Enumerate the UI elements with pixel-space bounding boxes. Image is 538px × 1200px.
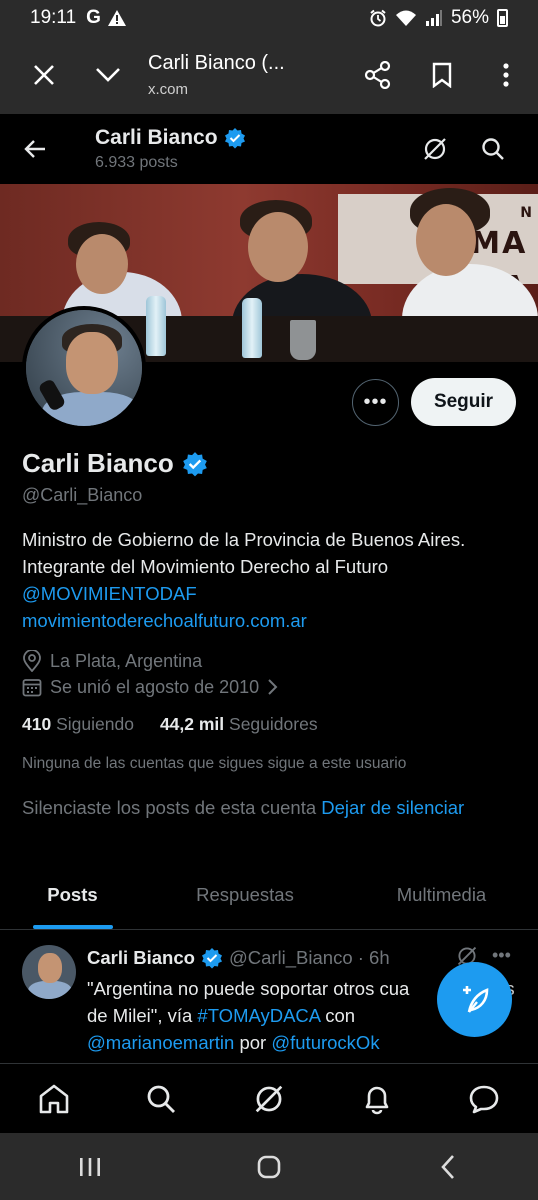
header-name-row: Carli Bianco — [95, 126, 406, 150]
signal-icon — [425, 10, 442, 26]
post-more-button[interactable]: ••• — [492, 945, 511, 966]
profile-name-row: Carli Bianco — [22, 448, 208, 479]
location-row: La Plata, Argentina — [22, 648, 279, 674]
post-author-name[interactable]: Carli Bianco — [87, 947, 195, 969]
post-handle-time: @Carli_Bianco · 6h — [228, 947, 390, 968]
bottom-navigation — [0, 1063, 538, 1133]
profile-more-button[interactable]: ••• — [352, 379, 399, 426]
calendar-icon — [22, 679, 42, 697]
post-mention-link[interactable]: @marianoemartin — [87, 1032, 234, 1053]
profile-name: Carli Bianco — [22, 448, 174, 478]
bookmark-button[interactable] — [410, 43, 474, 107]
post-header: Carli Bianco @Carli_Bianco · 6h — [87, 947, 390, 969]
browser-page-title: Carli Bianco (... — [148, 52, 285, 74]
more-vert-icon — [503, 63, 509, 87]
verified-badge-icon — [224, 128, 245, 149]
profile-avatar[interactable] — [22, 306, 146, 430]
back-button[interactable] — [0, 139, 70, 159]
bio-mention-link[interactable]: @MOVIMIENTODAF — [22, 580, 522, 607]
follow-button[interactable]: Seguir — [411, 378, 516, 426]
home-circle-icon — [257, 1155, 281, 1178]
nav-notifications[interactable] — [347, 1069, 407, 1129]
tab-media[interactable]: Multimedia — [345, 860, 538, 929]
muted-notice: Silenciaste los posts de esta cuenta Dej… — [22, 797, 464, 819]
search-icon — [147, 1085, 176, 1113]
google-icon: G — [86, 7, 101, 28]
grok-button[interactable] — [406, 136, 464, 162]
muted-text: Silenciaste los posts de esta cuenta — [22, 797, 317, 818]
location-text: La Plata, Argentina — [50, 650, 203, 671]
minimize-button[interactable] — [76, 43, 140, 107]
status-right: 56% — [369, 7, 508, 29]
warning-icon — [107, 10, 126, 26]
alarm-icon — [370, 9, 386, 27]
close-icon — [34, 65, 54, 85]
header-name: Carli Bianco — [95, 126, 218, 149]
bio-website-link[interactable]: movimientoderechoalfuturo.com.ar — [22, 607, 522, 634]
compose-feather-icon — [462, 985, 488, 1013]
messages-icon — [469, 1085, 499, 1113]
overflow-menu-button[interactable] — [474, 43, 538, 107]
recent-apps-button[interactable] — [50, 1137, 130, 1197]
banner-bottle — [146, 296, 166, 356]
search-icon — [482, 138, 504, 160]
home-icon — [39, 1084, 69, 1113]
nav-search[interactable] — [131, 1069, 191, 1129]
share-button[interactable] — [346, 43, 410, 107]
browser-title-block[interactable]: Carli Bianco (... x.com — [140, 52, 346, 98]
grok-icon — [424, 138, 446, 160]
profile-tabs: Posts Respuestas Multimedia — [0, 860, 538, 930]
chevron-down-icon — [96, 68, 120, 82]
joined-row[interactable]: Se unió el agosto de 2010 — [22, 674, 279, 700]
grok-icon — [255, 1085, 283, 1112]
system-navigation-bar — [0, 1133, 538, 1200]
header-names: Carli Bianco 6.933 posts — [70, 126, 406, 172]
profile-top-bar: Carli Bianco 6.933 posts — [0, 114, 538, 184]
post-mention-link[interactable]: @futurockOk — [271, 1032, 379, 1053]
bio-text: Ministro de Gobierno de la Provincia de … — [22, 529, 466, 577]
search-profile-button[interactable] — [464, 137, 522, 161]
bell-icon — [365, 1086, 388, 1114]
post-avatar[interactable] — [22, 945, 76, 999]
nav-home[interactable] — [24, 1069, 84, 1129]
close-tab-button[interactable] — [12, 43, 76, 107]
browser-domain: x.com — [148, 81, 189, 98]
profile-bio: Ministro de Gobierno de la Provincia de … — [22, 526, 522, 634]
bookmark-icon — [432, 62, 452, 88]
header-posts-count: 6.933 posts — [95, 154, 178, 171]
nav-messages[interactable] — [454, 1069, 514, 1129]
post-hashtag-link[interactable]: #TOMAyDACA — [197, 1005, 320, 1026]
banner-bottle — [242, 298, 262, 358]
compose-post-button[interactable] — [437, 962, 512, 1037]
banner-glass — [290, 320, 316, 360]
following-stat[interactable]: 410 Siguiendo — [22, 714, 134, 735]
battery-icon — [497, 9, 508, 27]
chevron-right-icon — [268, 679, 278, 695]
status-bar: 19:11 G 56% — [0, 0, 538, 36]
battery-percent: 56% — [450, 7, 489, 28]
unmute-link[interactable]: Dejar de silenciar — [321, 797, 464, 818]
arrow-left-icon — [24, 140, 45, 158]
joined-text: Se unió el agosto de 2010 — [50, 676, 260, 697]
profile-stats: 410 Siguiendo 44,2 mil Seguidores — [22, 714, 318, 735]
share-icon — [364, 61, 391, 89]
wifi-icon — [395, 10, 416, 26]
verified-badge-icon — [182, 451, 207, 476]
recent-apps-icon — [79, 1157, 100, 1176]
home-system-button[interactable] — [229, 1137, 309, 1197]
profile-meta: La Plata, Argentina Se unió el agosto de… — [22, 648, 279, 700]
status-left-icons: G — [86, 7, 127, 29]
status-time: 19:11 — [30, 7, 77, 28]
browser-toolbar: Carli Bianco (... x.com — [0, 36, 538, 114]
tab-posts[interactable]: Posts — [0, 860, 145, 929]
followers-stat[interactable]: 44,2 mil Seguidores — [160, 714, 318, 735]
profile-handle: @Carli_Bianco — [22, 485, 143, 505]
verified-badge-icon — [201, 948, 222, 969]
nav-grok[interactable] — [239, 1069, 299, 1129]
tab-replies[interactable]: Respuestas — [145, 860, 345, 929]
back-chevron-icon — [441, 1154, 455, 1179]
followers-you-know-note: Ninguna de las cuentas que sigues sigue … — [22, 755, 407, 772]
location-pin-icon — [23, 650, 41, 672]
back-system-button[interactable] — [408, 1137, 488, 1197]
